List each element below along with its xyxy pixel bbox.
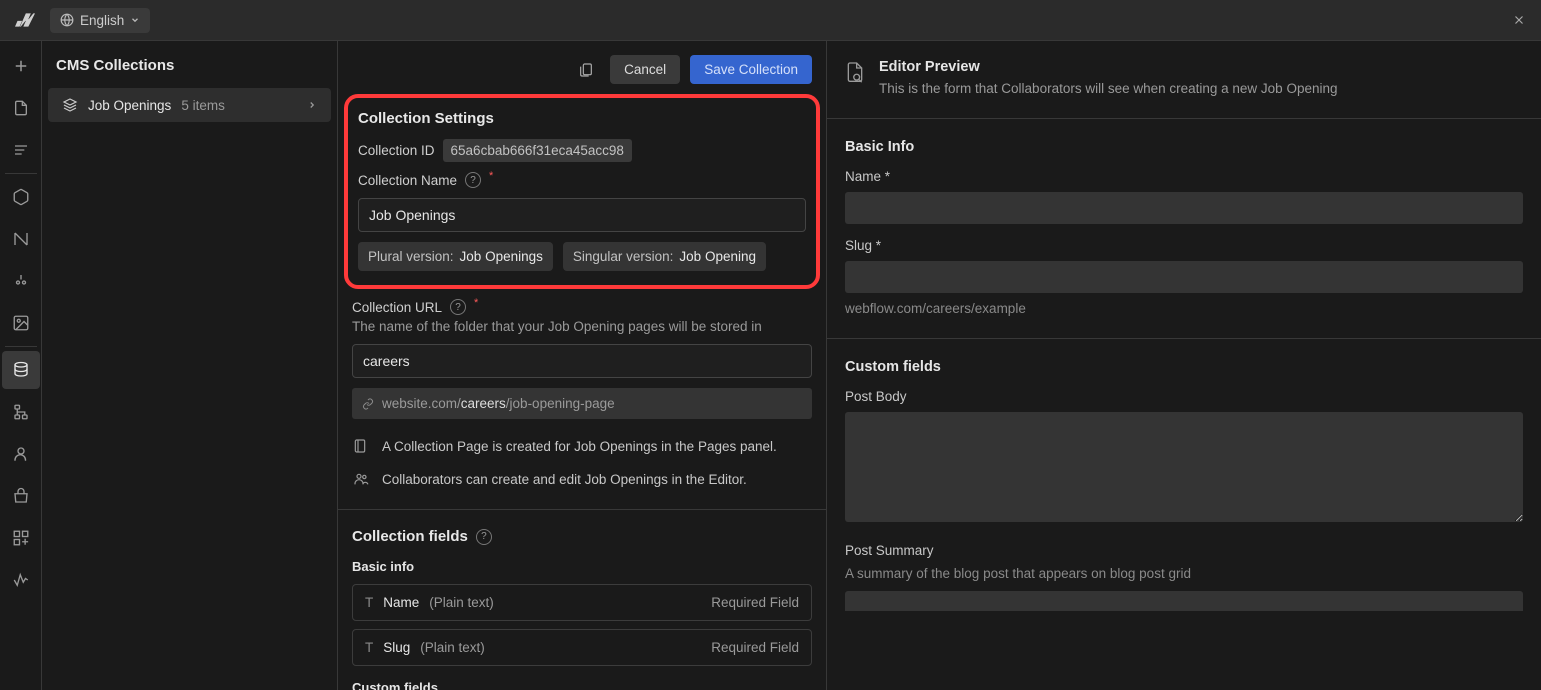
preview-postbody-label: Post Body: [845, 389, 1523, 404]
chevron-right-icon: [307, 100, 317, 110]
basic-info-heading: Basic info: [352, 559, 812, 574]
collection-settings-heading: Collection Settings: [358, 110, 806, 127]
collection-id-value[interactable]: 65a6cbab666f31eca45acc98: [443, 139, 632, 162]
collection-url-input[interactable]: [352, 344, 812, 378]
url-preview-slug: careers: [461, 396, 506, 411]
rail-cms-icon[interactable]: [2, 351, 40, 389]
url-preview-suffix: /job-opening-page: [506, 396, 615, 411]
close-icon[interactable]: [1507, 8, 1531, 32]
globe-icon: [60, 13, 74, 27]
webflow-logo-icon: [14, 9, 36, 31]
preview-postsummary-label: Post Summary: [845, 543, 1523, 558]
top-bar: English: [0, 0, 1541, 41]
collection-id-label: Collection ID: [358, 143, 435, 158]
plural-label: Plural version:: [368, 249, 454, 264]
rail-styles-icon[interactable]: [2, 262, 40, 300]
preview-basic-section: Basic Info Name * Slug * webflow.com/car…: [827, 119, 1541, 339]
copy-icon[interactable]: [572, 56, 600, 84]
language-selector[interactable]: English: [50, 8, 150, 33]
collection-fields-heading: Collection fields: [352, 528, 468, 545]
rail-add-icon[interactable]: [2, 47, 40, 85]
collection-url-help: The name of the folder that your Job Ope…: [352, 319, 812, 334]
rail-assets-icon[interactable]: [2, 304, 40, 342]
help-icon[interactable]: ?: [476, 529, 492, 545]
help-icon[interactable]: ?: [465, 172, 481, 188]
rail-variables-icon[interactable]: [2, 220, 40, 258]
collection-url-block: Collection URL ? * The name of the folde…: [338, 295, 826, 510]
rail-users-icon[interactable]: [2, 435, 40, 473]
custom-fields-heading: Custom fields: [352, 680, 812, 690]
settings-toolbar: Cancel Save Collection: [338, 41, 826, 94]
required-star: *: [489, 170, 493, 182]
preview-slug-input[interactable]: [845, 261, 1523, 293]
link-icon: [362, 398, 374, 410]
preview-custom-section: Custom fields Post Body Post Summary A s…: [827, 339, 1541, 619]
panel-title: CMS Collections: [42, 41, 337, 88]
rail-navigator-icon[interactable]: [2, 131, 40, 169]
rail-ecommerce-icon[interactable]: [2, 477, 40, 515]
preview-postsummary-hint: A summary of the blog post that appears …: [845, 566, 1523, 581]
collection-url-label: Collection URL: [352, 300, 442, 315]
rail-components-icon[interactable]: [2, 178, 40, 216]
field-row-name[interactable]: T Name (Plain text) Required Field: [352, 584, 812, 621]
document-search-icon: [845, 59, 865, 96]
info-collaborators: Collaborators can create and edit Job Op…: [382, 472, 747, 487]
rail-logic-icon[interactable]: [2, 393, 40, 431]
preview-custom-heading: Custom fields: [845, 359, 1523, 375]
url-preview-prefix: website.com/: [382, 396, 461, 411]
url-preview: website.com/careers/job-opening-page: [352, 388, 812, 419]
text-type-icon: T: [365, 640, 373, 655]
page-icon: [352, 437, 370, 455]
stack-icon: [62, 97, 78, 113]
collection-settings-highlight: Collection Settings Collection ID 65a6cb…: [344, 94, 820, 289]
preview-panel: Editor Preview This is the form that Col…: [827, 41, 1541, 690]
preview-postbody-input[interactable]: [845, 412, 1523, 522]
collection-name: Job Openings: [88, 98, 171, 113]
save-collection-button[interactable]: Save Collection: [690, 55, 812, 84]
field-name-label: Slug: [383, 640, 410, 655]
plural-value: Job Openings: [460, 249, 543, 264]
collection-name-label: Collection Name: [358, 173, 457, 188]
preview-header: Editor Preview This is the form that Col…: [827, 41, 1541, 119]
field-type-hint: (Plain text): [420, 640, 485, 655]
field-name-label: Name: [383, 595, 419, 610]
info-collection-page: A Collection Page is created for Job Ope…: [382, 439, 777, 454]
preview-title: Editor Preview: [879, 59, 1337, 75]
settings-panel: Cancel Save Collection Collection Settin…: [338, 41, 827, 690]
language-label: English: [80, 13, 124, 28]
field-type-hint: (Plain text): [429, 595, 494, 610]
collection-count: 5 items: [181, 98, 225, 113]
field-required-label: Required Field: [711, 640, 799, 655]
left-tool-rail: [0, 41, 42, 690]
chevron-down-icon: [130, 15, 140, 25]
preview-slug-label: Slug *: [845, 238, 1523, 253]
preview-name-label: Name *: [845, 169, 1523, 184]
help-icon[interactable]: ?: [450, 299, 466, 315]
required-star: *: [474, 297, 478, 309]
field-required-label: Required Field: [711, 595, 799, 610]
preview-slug-hint: webflow.com/careers/example: [845, 301, 1523, 316]
collection-fields-block: Collection fields ? Basic info T Name (P…: [338, 510, 826, 690]
singular-label: Singular version:: [573, 249, 674, 264]
preview-postsummary-input[interactable]: [845, 591, 1523, 611]
rail-audit-icon[interactable]: [2, 561, 40, 599]
singular-value: Job Opening: [679, 249, 756, 264]
preview-subtitle: This is the form that Collaborators will…: [879, 81, 1337, 96]
rail-apps-icon[interactable]: [2, 519, 40, 557]
singular-chip[interactable]: Singular version: Job Opening: [563, 242, 766, 271]
collections-panel: CMS Collections Job Openings 5 items: [42, 41, 338, 690]
preview-basic-heading: Basic Info: [845, 139, 1523, 155]
collaborators-icon: [352, 471, 370, 487]
text-type-icon: T: [365, 595, 373, 610]
rail-pages-icon[interactable]: [2, 89, 40, 127]
preview-name-input[interactable]: [845, 192, 1523, 224]
field-row-slug[interactable]: T Slug (Plain text) Required Field: [352, 629, 812, 666]
collection-item[interactable]: Job Openings 5 items: [48, 88, 331, 122]
collection-name-input[interactable]: [358, 198, 806, 232]
cancel-button[interactable]: Cancel: [610, 55, 680, 84]
plural-chip[interactable]: Plural version: Job Openings: [358, 242, 553, 271]
